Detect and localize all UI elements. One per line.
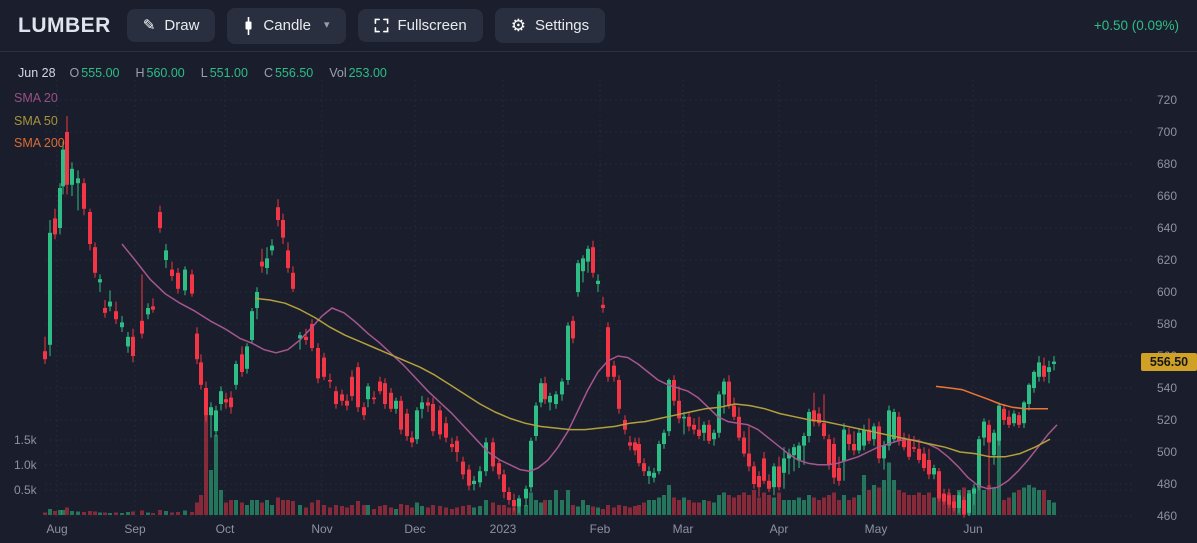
pencil-icon: ✎: [142, 17, 156, 34]
price-tick-label: 660: [1156, 189, 1178, 203]
price-tick-label: 620: [1156, 253, 1178, 267]
price-tick-label: 580: [1156, 317, 1178, 331]
month-label: May: [864, 522, 888, 536]
price-tick-label: 460: [1156, 509, 1178, 523]
price-tick-label: 720: [1156, 93, 1178, 107]
draw-button-label: Draw: [164, 17, 200, 34]
month-label: 2023: [489, 522, 517, 536]
price-tick-label: 600: [1156, 285, 1178, 299]
ohlc-field: L 551.00: [200, 66, 248, 80]
volume-tick-label: 1.0k: [14, 458, 37, 472]
month-label: Nov: [311, 522, 333, 536]
volume-tick-label: 0.5k: [14, 483, 37, 497]
symbol-title: LUMBER: [18, 13, 111, 37]
month-label: Feb: [589, 522, 611, 536]
fullscreen-icon: [374, 18, 389, 33]
gear-icon: ⚙: [510, 16, 526, 35]
candle-type-button[interactable]: Candle ▾: [227, 7, 346, 44]
ohlc-fields: O 555.00 H 560.00 L 551.00 C 556.50 Vol 253.00: [70, 66, 387, 80]
price-tick-label: 680: [1156, 157, 1178, 171]
chevron-down-icon: ▾: [323, 19, 330, 31]
price-tick-label: 500: [1156, 445, 1178, 459]
ohlc-field: C 556.50: [263, 66, 314, 80]
sma-label: SMA 200: [14, 136, 65, 150]
fullscreen-button-label: Fullscreen: [397, 17, 467, 34]
month-label: Aug: [46, 522, 68, 536]
month-label: Dec: [404, 522, 426, 536]
candle-type-label: Candle: [263, 17, 311, 34]
app-header: LUMBER ✎ Draw Candle ▾ Fullscreen ⚙ Sett…: [0, 0, 1197, 52]
candle-icon: [243, 16, 254, 35]
price-tick-label: 520: [1156, 413, 1178, 427]
month-label: Apr: [769, 522, 789, 536]
fullscreen-button[interactable]: Fullscreen: [357, 9, 483, 42]
draw-button[interactable]: ✎ Draw: [126, 9, 216, 42]
month-label: Oct: [215, 522, 235, 536]
volume-tick-label: 1.5k: [14, 433, 37, 447]
sma-label: SMA 50: [14, 113, 58, 128]
month-label: Sep: [124, 522, 146, 536]
ohlc-bar: Jun 28 O 555.00 H 560.00 L 551.00 C 556.50 Vol 25…: [18, 66, 387, 80]
price-tick-label: 480: [1156, 477, 1178, 491]
settings-button-label: Settings: [534, 17, 590, 34]
chart-region: Jun 28 O 555.00 H 560.00 L 551.00 C 556.50 Vol 25…: [0, 52, 1197, 543]
price-tick-label: 640: [1156, 221, 1178, 235]
price-change: +0.50 (0.09%): [1093, 18, 1179, 33]
price-tick-label: 540: [1156, 381, 1178, 395]
indicator-labels: SMA 20 SMA 50 SMA 200: [14, 87, 65, 155]
chart-canvas[interactable]: [0, 52, 1197, 543]
month-label: Mar: [672, 522, 694, 536]
ohlc-field: Vol 253.00: [329, 66, 387, 80]
sma-label: SMA 20: [14, 91, 58, 105]
ohlc-date: Jun 28: [18, 66, 56, 80]
settings-button[interactable]: ⚙ Settings: [494, 8, 606, 43]
ohlc-field: O 555.00: [69, 66, 120, 80]
ohlc-field: H 560.00: [135, 66, 185, 80]
price-tick-label: 700: [1156, 125, 1178, 139]
last-price-badge: 556.50: [1141, 352, 1197, 371]
month-label: Jun: [963, 522, 983, 536]
